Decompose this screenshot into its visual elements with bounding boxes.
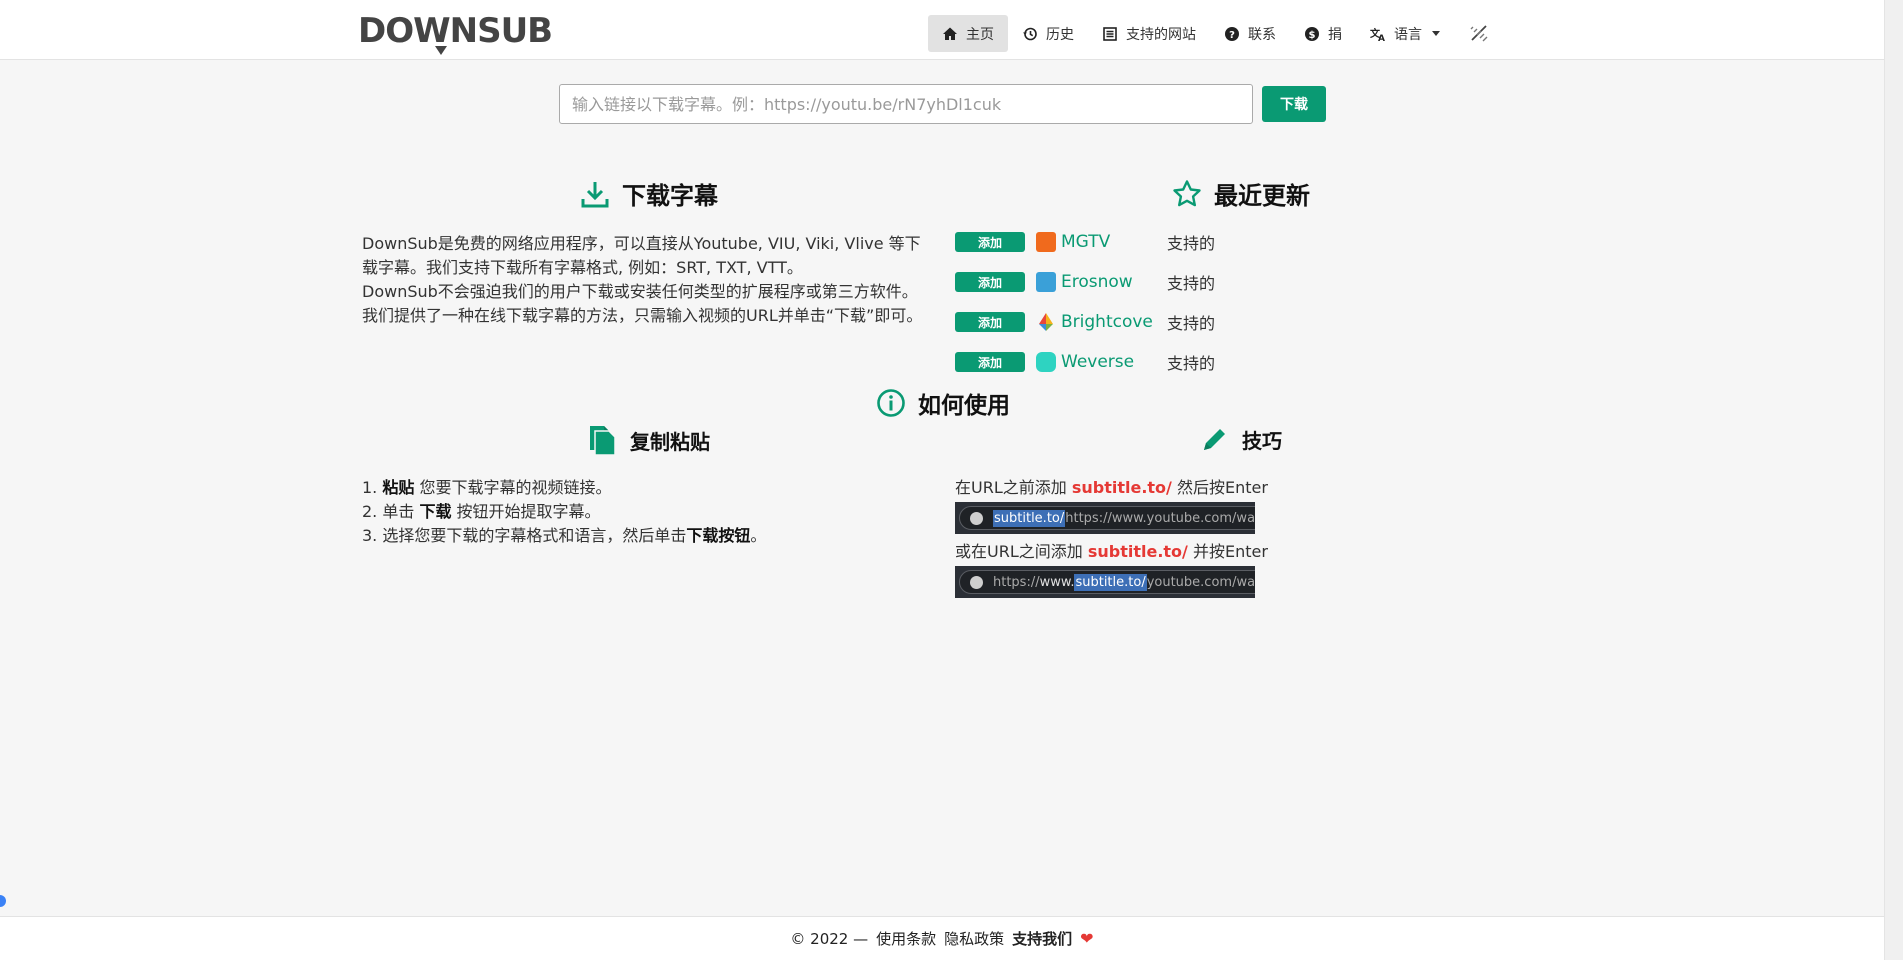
pencil-icon	[1204, 429, 1225, 450]
privacy-link[interactable]: 隐私政策	[944, 928, 1004, 949]
info-icon	[877, 389, 905, 417]
tip-line-1: 在URL之前添加 subtitle.to/ 然后按Enter	[955, 478, 1268, 497]
address-bar-example: subtitle.to/https://www.youtube.com/watc…	[959, 506, 1255, 530]
about-description: DownSub是免费的网络应用程序，可以直接从Youtube, VIU, Vik…	[362, 232, 930, 328]
copy-paste-title-text: 复制粘贴	[630, 429, 710, 454]
site-link-brightcove[interactable]: Brightcove	[1061, 312, 1161, 332]
translate-icon: 文A	[1370, 27, 1385, 42]
download-icon	[581, 181, 609, 207]
svg-text:A: A	[1378, 34, 1385, 42]
mgtv-logo-icon	[1036, 232, 1056, 252]
how-to-title: 如何使用	[876, 386, 1010, 420]
theme-toggle-icon[interactable]	[1468, 22, 1492, 46]
steps-list: 1. 粘贴 您要下载字幕的视频链接。 2. 单击 下载 按钮开始提取字幕。 3.…	[362, 476, 766, 548]
step-3: 3. 选择您要下载的字幕格式和语言，然后单击下载按钮。	[362, 526, 767, 545]
downsub-logo[interactable]: DOWNSUB	[358, 8, 553, 55]
terms-link[interactable]: 使用条款	[876, 928, 936, 949]
list-icon	[1103, 26, 1117, 41]
updates-title-text: 最近更新	[1214, 182, 1310, 210]
nav-home-label: 主页	[966, 26, 994, 43]
tips-title-text: 技巧	[1242, 428, 1282, 453]
tips-block: 在URL之前添加 subtitle.to/ 然后按Enter subtitle.…	[955, 476, 1268, 604]
copyright-text: © 2022 —	[790, 929, 869, 948]
about-paragraph-2: DownSub不会强迫我们的用户下载或安装任何类型的扩展程序或第三方软件。我们提…	[362, 282, 923, 325]
dollar-icon: $	[1305, 26, 1319, 41]
how-to-title-text: 如何使用	[918, 393, 1010, 419]
brightcove-logo-icon	[1039, 313, 1053, 331]
tip-line-2: 或在URL之间添加 subtitle.to/ 并按Enter	[955, 542, 1268, 561]
globe-icon	[970, 511, 983, 525]
tips-title: 技巧	[1200, 424, 1282, 454]
chevron-down-icon	[1432, 31, 1440, 36]
update-row-weverse: 添加 Weverse 支持的	[955, 342, 1255, 382]
nav-contact[interactable]: ? 联系	[1210, 15, 1290, 52]
site-link-weverse[interactable]: Weverse	[1061, 352, 1161, 372]
support-link[interactable]: 支持我们	[1012, 928, 1072, 949]
nav-home[interactable]: 主页	[928, 15, 1008, 52]
site-status: 支持的	[1167, 354, 1216, 373]
floating-dot	[0, 895, 6, 907]
globe-icon	[970, 575, 983, 589]
step-1: 1. 粘贴 您要下载字幕的视频链接。	[362, 478, 612, 497]
erosnow-logo-icon	[1036, 272, 1056, 292]
logo-arrow-icon	[435, 46, 447, 55]
added-badge: 添加	[955, 312, 1025, 332]
copy-paste-title: 复制粘贴	[588, 424, 710, 456]
nav-supported-sites-label: 支持的网站	[1126, 26, 1196, 43]
site-status: 支持的	[1167, 234, 1216, 253]
update-row-brightcove: 添加 Brightcove 支持的	[955, 302, 1255, 342]
update-row-mgtv: 添加 MGTV 支持的	[955, 222, 1255, 262]
footer: © 2022 — 使用条款 隐私政策 支持我们 ❤	[0, 916, 1884, 960]
page-scrollbar[interactable]	[1884, 0, 1903, 960]
download-button[interactable]: 下载	[1262, 86, 1326, 122]
nav-language-dropdown[interactable]: 文A 语言	[1356, 15, 1454, 52]
question-icon: ?	[1225, 26, 1239, 41]
nav-donate-label: 捐	[1328, 26, 1342, 43]
update-row-erosnow: 添加 Erosnow 支持的	[955, 262, 1255, 302]
star-icon	[1173, 179, 1201, 206]
copy-icon	[590, 426, 616, 456]
nav-language-label: 语言	[1394, 26, 1422, 43]
site-link-erosnow[interactable]: Erosnow	[1061, 272, 1161, 292]
site-status: 支持的	[1167, 274, 1216, 293]
added-badge: 添加	[955, 232, 1025, 252]
nav-contact-label: 联系	[1248, 26, 1276, 43]
tip-screenshot-1: subtitle.to/https://www.youtube.com/watc…	[955, 502, 1255, 534]
about-title-text: 下载字幕	[622, 182, 718, 210]
url-search-input[interactable]	[559, 84, 1253, 124]
weverse-logo-icon	[1036, 352, 1056, 372]
site-status: 支持的	[1167, 314, 1216, 333]
top-navbar: DOWNSUB 主页 历史 支持的网站 ? 联系 $ 捐 文A 语言	[0, 0, 1884, 60]
home-icon	[943, 27, 957, 40]
added-badge: 添加	[955, 352, 1025, 372]
step-2: 2. 单击 下载 按钮开始提取字幕。	[362, 502, 601, 521]
updates-title: 最近更新	[1172, 176, 1310, 211]
nav-supported-sites[interactable]: 支持的网站	[1088, 15, 1210, 52]
address-bar-example: https://www.subtitle.to/youtube.com/watc…	[959, 570, 1255, 594]
main-nav: 主页 历史 支持的网站 ? 联系 $ 捐 文A 语言	[928, 15, 1492, 52]
svg-text:$: $	[1309, 30, 1316, 41]
svg-text:?: ?	[1229, 30, 1235, 41]
nav-history-label: 历史	[1046, 26, 1074, 43]
about-title: 下载字幕	[580, 176, 718, 211]
nav-history[interactable]: 历史	[1008, 15, 1088, 52]
about-paragraph-1: DownSub是免费的网络应用程序，可以直接从Youtube, VIU, Vik…	[362, 234, 921, 277]
logo-text: DOWNSUB	[358, 11, 553, 51]
added-badge: 添加	[955, 272, 1025, 292]
tip-screenshot-2: https://www.subtitle.to/youtube.com/watc…	[955, 566, 1255, 598]
heart-icon: ❤	[1080, 929, 1094, 948]
history-icon	[1023, 27, 1037, 40]
site-link-mgtv[interactable]: MGTV	[1061, 232, 1161, 252]
updates-list: 添加 MGTV 支持的 添加 Erosnow 支持的 添加 Brightcove…	[955, 222, 1255, 382]
nav-donate[interactable]: $ 捐	[1290, 15, 1356, 52]
